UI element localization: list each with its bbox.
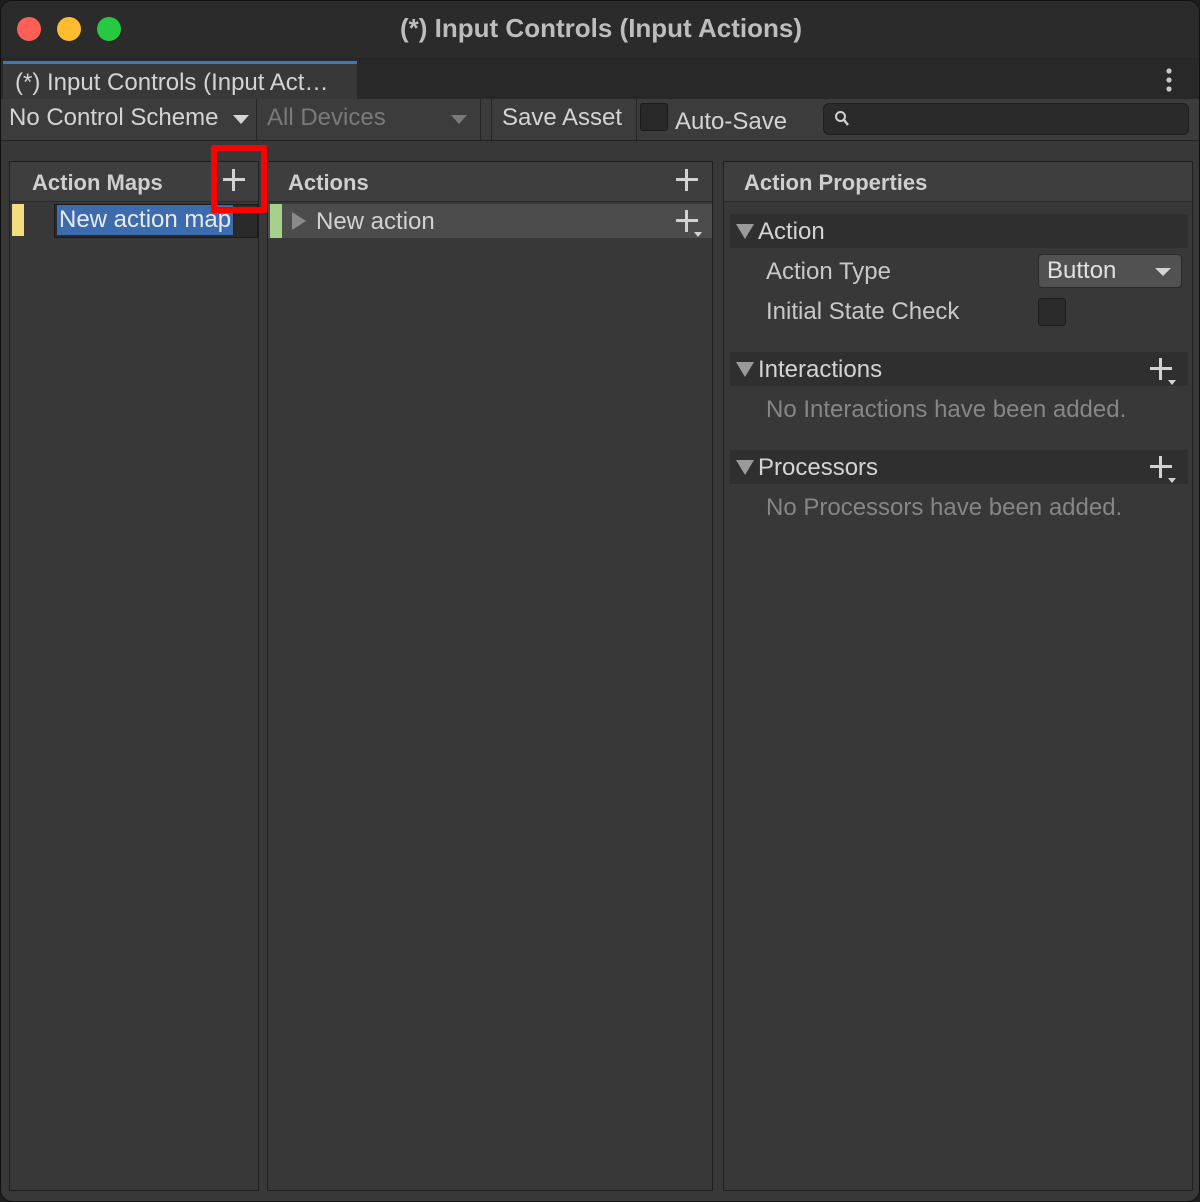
auto-save-checkbox[interactable] — [640, 103, 668, 131]
add-interaction-button[interactable] — [1150, 358, 1176, 386]
save-asset-button[interactable]: Save Asset — [491, 99, 637, 140]
action-label: New action — [316, 208, 435, 235]
chevron-down-icon — [451, 115, 467, 124]
plus-icon — [1150, 456, 1172, 478]
collapse-arrow-icon — [736, 460, 754, 475]
initial-state-check-checkbox[interactable] — [1038, 298, 1066, 326]
action-section-header[interactable]: Action — [730, 214, 1188, 248]
chevron-down-icon — [1168, 478, 1176, 483]
plus-icon — [676, 210, 698, 232]
plus-icon — [1150, 358, 1172, 380]
input-actions-window: (*) Input Controls (Input Actions) (*) I… — [0, 0, 1200, 1202]
add-binding-button[interactable] — [676, 210, 702, 238]
action-properties-panel: Action Properties Action Action Type But… — [723, 161, 1193, 1191]
action-maps-title: Action Maps — [32, 170, 163, 195]
processors-section-label: Processors — [758, 454, 879, 481]
action-type-value: Button — [1047, 257, 1117, 284]
chevron-down-icon — [1168, 380, 1176, 385]
chevron-down-icon — [233, 115, 249, 124]
devices-label: All Devices — [267, 104, 386, 131]
auto-save-label: Auto-Save — [675, 108, 788, 135]
collapse-arrow-icon — [736, 362, 754, 377]
processors-empty-note: No Processors have been added. — [766, 494, 1123, 521]
annotation-highlight-box — [211, 145, 267, 213]
action-properties-header: Action Properties — [724, 162, 1192, 202]
actions-title: Actions — [288, 170, 369, 195]
action-type-dropdown[interactable]: Button — [1038, 254, 1182, 288]
tab-input-controls[interactable]: (*) Input Controls (Input Act… — [3, 61, 357, 99]
action-map-name: New action map — [57, 205, 234, 235]
action-item[interactable]: New action — [268, 204, 712, 238]
add-processor-button[interactable] — [1150, 456, 1176, 484]
interactions-section-header[interactable]: Interactions — [730, 352, 1188, 386]
expand-arrow-icon[interactable] — [292, 212, 306, 230]
processors-section-header[interactable]: Processors — [730, 450, 1188, 484]
action-map-color-stripe — [12, 204, 24, 236]
actions-panel: Actions New action — [267, 161, 713, 1191]
devices-dropdown[interactable]: All Devices — [259, 99, 481, 140]
action-maps-panel: Action Maps New action map — [9, 161, 259, 1191]
chevron-down-icon — [694, 232, 702, 237]
action-color-stripe — [270, 204, 282, 238]
title-bar: (*) Input Controls (Input Actions) — [1, 1, 1199, 57]
chevron-down-icon — [1155, 268, 1171, 276]
search-input[interactable] — [823, 103, 1189, 135]
action-type-label: Action Type — [766, 258, 891, 285]
interactions-section-label: Interactions — [758, 356, 883, 383]
collapse-arrow-icon — [736, 224, 754, 239]
control-scheme-dropdown[interactable]: No Control Scheme — [1, 99, 257, 140]
search-icon — [835, 111, 849, 126]
action-properties-title: Action Properties — [744, 170, 928, 195]
initial-state-check-label: Initial State Check — [766, 298, 960, 325]
more-options-icon[interactable] — [1159, 67, 1179, 93]
interactions-empty-note: No Interactions have been added. — [766, 396, 1127, 423]
window-title: (*) Input Controls (Input Actions) — [400, 13, 802, 43]
tab-bar: (*) Input Controls (Input Act… — [1, 57, 1199, 99]
add-action-button[interactable] — [676, 169, 698, 191]
actions-header: Actions — [268, 162, 712, 202]
control-scheme-label: No Control Scheme — [9, 104, 219, 131]
action-section-label: Action — [758, 218, 825, 245]
